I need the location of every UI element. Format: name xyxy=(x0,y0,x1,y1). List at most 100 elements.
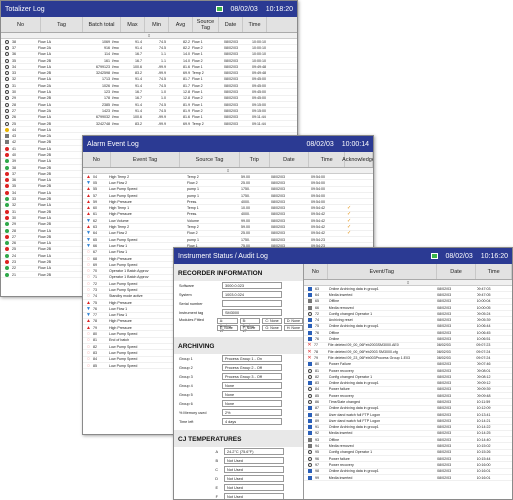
cell-ev: Media inserted xyxy=(328,292,353,297)
cj-value: 24.2°C (75.6°F) xyxy=(224,448,284,455)
cell-src: pump 1 xyxy=(187,187,199,192)
cell-ev: High Temp 1 xyxy=(109,206,130,211)
cell-tag: Flow 2B xyxy=(38,121,51,126)
acknowledge-check[interactable]: ✓ xyxy=(347,230,367,236)
module-slot: H: None xyxy=(283,325,303,331)
table-row[interactable]: 99 Media inserted 08/02/03 10:16:01 xyxy=(304,475,512,482)
totalizer-titlebar: Totalizer Log 08/02/03 10:18:20 xyxy=(1,1,297,17)
column-header[interactable]: Event Tag xyxy=(111,152,181,167)
cell-no: 26 xyxy=(12,115,16,120)
column-header[interactable]: No xyxy=(83,152,111,167)
cell-src: Temp 2 xyxy=(192,121,204,126)
cell-unit: l/mo xyxy=(112,39,119,44)
cell-src: Flow 1 xyxy=(192,52,203,57)
column-header[interactable]: Batch total xyxy=(83,17,121,32)
archiving-row: Time left 4 days xyxy=(174,417,303,426)
archiving-value: None xyxy=(222,382,282,389)
cell-time: 10:14:40 xyxy=(476,437,491,442)
cell-min: 1.0 xyxy=(161,90,166,95)
cell-no: 68 xyxy=(93,256,97,261)
column-header[interactable]: No xyxy=(1,17,41,32)
status-icon xyxy=(5,152,9,157)
cell-max: 91.4 xyxy=(135,39,142,44)
cell-src: Flow 1 xyxy=(192,115,203,120)
cell-time: 10:16:01 xyxy=(476,469,491,474)
cell-ev: High Pressure xyxy=(109,212,132,217)
column-header[interactable]: Acknowledge xyxy=(342,152,373,167)
cell-ev: Power Failure xyxy=(328,362,351,367)
cell-total: 6799032 xyxy=(96,115,110,120)
acknowledge-check[interactable]: ✓ xyxy=(347,218,367,224)
cj-row: A 24.2°C (75.6°F) xyxy=(174,447,303,456)
cell-no: 62 xyxy=(93,218,97,223)
archive-icon xyxy=(308,431,312,436)
archiving-row: Group 1 Process Group 1 - On xyxy=(174,354,303,363)
cell-no: 74 xyxy=(315,318,319,323)
column-header[interactable]: Time xyxy=(309,152,346,167)
cell-src: Flow 2 xyxy=(192,58,203,63)
cell-no: 92 xyxy=(315,431,319,436)
cell-trip: 59.00 xyxy=(241,174,250,179)
magnify-icon xyxy=(308,374,312,379)
cell-no: 25 xyxy=(12,121,16,126)
column-header[interactable]: Time xyxy=(476,264,512,279)
cell-max: 16.7 xyxy=(135,90,142,95)
archive-icon xyxy=(308,412,312,417)
cell-no: 77 xyxy=(93,313,97,318)
event-icon: ◌ xyxy=(87,293,90,300)
column-header[interactable]: Time xyxy=(243,17,267,32)
column-header[interactable]: Source Tag xyxy=(180,152,240,167)
cell-date: 08/02/03 xyxy=(436,349,451,354)
column-header[interactable]: Source Tag xyxy=(193,17,219,32)
column-header[interactable]: Max xyxy=(121,17,145,32)
cell-no: 61 xyxy=(93,212,97,217)
cell-time: 09:54:00 xyxy=(311,193,325,198)
cell-no: 95 xyxy=(315,450,319,455)
arrow-up-icon: ▲ xyxy=(86,299,91,306)
cell-time: 10:15:44 xyxy=(476,456,491,461)
column-header[interactable]: Trip xyxy=(240,152,270,167)
cell-no: 81 xyxy=(315,368,319,373)
status-icon xyxy=(5,178,9,183)
cell-total: 3242598 xyxy=(96,71,110,76)
cell-time: 09:07:46 xyxy=(476,362,491,367)
cell-time: 09:45:00 xyxy=(252,77,266,82)
column-header[interactable]: No xyxy=(304,264,328,279)
column-header[interactable]: Avg xyxy=(169,17,193,32)
cell-date: 08/02/03 xyxy=(437,337,452,342)
cell-date: 08/02/03 xyxy=(224,96,238,101)
cell-date: 08/02/03 xyxy=(437,412,452,417)
column-header[interactable]: Event/Tag xyxy=(328,264,437,279)
cell-time: 10:14:21 xyxy=(476,418,491,423)
cell-min: 74.5 xyxy=(159,108,166,113)
column-header[interactable]: Min xyxy=(145,17,169,32)
cell-ev: Online Archiving data in group1 xyxy=(328,324,379,329)
cell-no: 63 xyxy=(93,225,97,230)
archiving-label: Group 4 xyxy=(179,383,193,388)
cell-ev: Offline xyxy=(328,330,340,335)
cell-src: Flow 1 xyxy=(192,90,203,95)
totalizer-date: 08/02/03 xyxy=(230,5,258,13)
cell-tag: Flow 2B xyxy=(38,96,51,101)
column-header[interactable]: Tag xyxy=(41,17,83,32)
event-icon: ◌ xyxy=(87,261,90,268)
acknowledge-check[interactable]: ✓ xyxy=(347,211,367,217)
acknowledge-check[interactable]: ✓ xyxy=(347,205,367,211)
cell-min: -99.9 xyxy=(157,71,166,76)
event-icon: ◌ xyxy=(87,280,90,287)
column-header[interactable]: Date xyxy=(270,152,310,167)
column-header[interactable]: Date xyxy=(219,17,243,32)
arrow-down-icon: ▼ xyxy=(86,236,91,243)
cell-date: 08/02/03 xyxy=(437,462,452,467)
archive-icon xyxy=(308,337,312,342)
cell-ev: Offline xyxy=(328,437,340,442)
acknowledge-check[interactable]: ✓ xyxy=(347,224,367,230)
status-icon xyxy=(5,134,9,139)
column-header[interactable]: Date xyxy=(437,264,477,279)
cell-ev: High Temp 2 xyxy=(109,174,130,179)
cell-no: 82 xyxy=(315,374,319,379)
cell-no: 23 xyxy=(12,260,16,265)
status-icon xyxy=(5,165,9,170)
cell-time: 09:54:23 xyxy=(311,237,325,242)
cell-ev: Time/Date changed xyxy=(328,399,361,404)
